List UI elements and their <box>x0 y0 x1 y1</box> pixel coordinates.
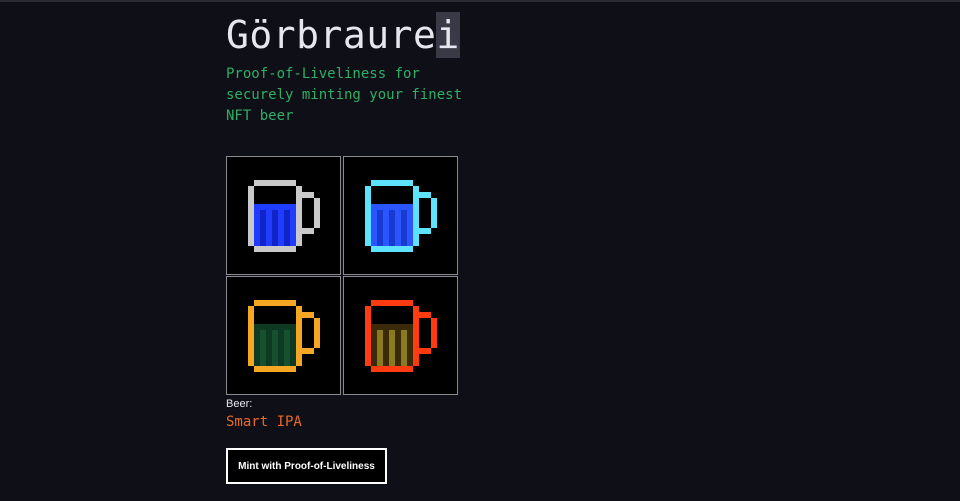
beer-mug-icon <box>364 299 437 372</box>
tagline: Proof-of-Liveliness for securely minting… <box>226 66 463 124</box>
selected-beer-name: Smart IPA <box>226 414 302 430</box>
beer-tile-4[interactable] <box>343 276 458 395</box>
page-title-text: Görbraure <box>226 13 437 57</box>
app-container: Görbraurei Proof-of-Liveliness for secur… <box>226 12 466 484</box>
beer-mug-icon <box>247 299 320 372</box>
mint-button[interactable]: Mint with Proof-of-Liveliness <box>226 448 387 484</box>
page-title: Görbraurei <box>226 12 466 58</box>
beer-mug-icon <box>247 179 320 252</box>
beer-tile-1[interactable] <box>226 156 341 275</box>
beer-tile-3[interactable] <box>226 276 341 395</box>
beer-label: Beer: <box>226 398 253 410</box>
beer-tile-2[interactable] <box>343 156 458 275</box>
text-cursor: i <box>436 12 460 58</box>
beer-grid <box>226 156 458 395</box>
beer-mug-icon <box>364 179 437 252</box>
